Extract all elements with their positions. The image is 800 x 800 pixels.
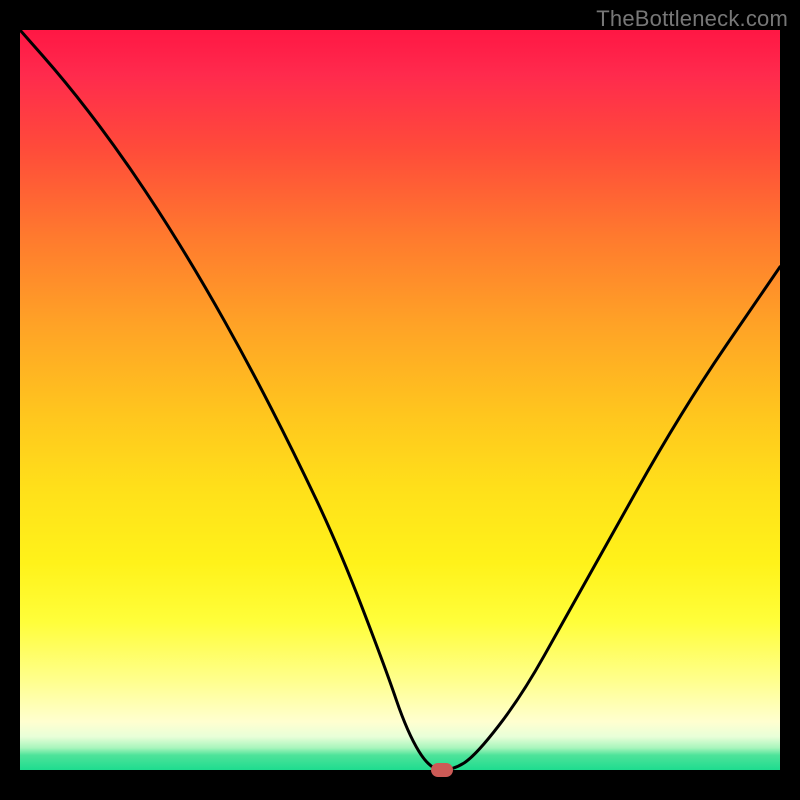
bottleneck-curve — [20, 30, 780, 770]
watermark-text: TheBottleneck.com — [596, 6, 788, 32]
chart-frame: TheBottleneck.com — [0, 0, 800, 800]
optimum-marker — [431, 763, 453, 777]
plot-area — [20, 30, 780, 770]
